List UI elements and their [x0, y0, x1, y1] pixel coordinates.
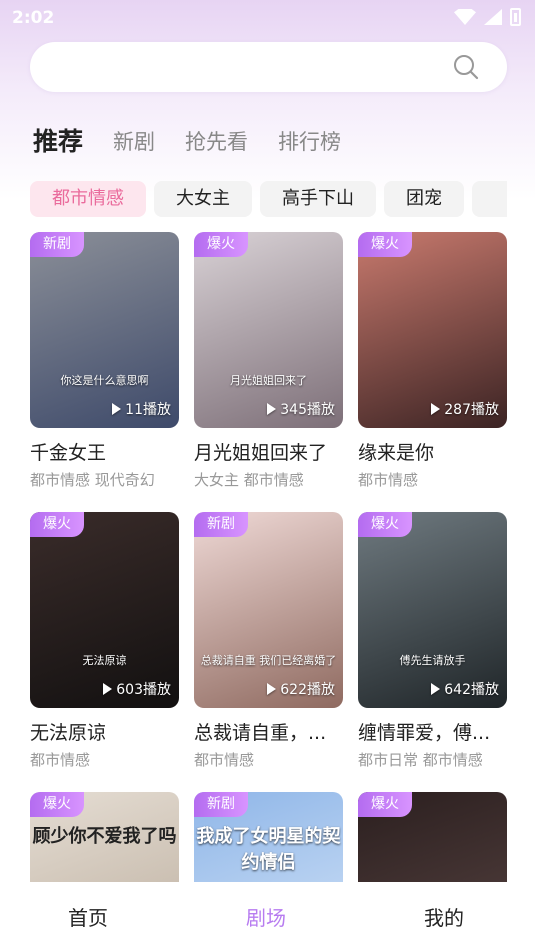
play-count-text: 622播放 [280, 682, 335, 698]
drama-title[interactable]: 千金女王 [30, 440, 179, 466]
drama-card[interactable]: 总裁请自重 我们已经离婚了 新剧 622播放总裁请自重，... 都市情感 [194, 512, 343, 771]
drama-card[interactable]: 你这是什么意思啊 新剧 11播放千金女王都市情感 现代奇幻 [30, 232, 179, 491]
search-icon[interactable] [453, 54, 479, 80]
drama-badge: 爆火 [358, 512, 412, 537]
chip-master-descends[interactable]: 高手下山 [260, 181, 376, 217]
drama-card[interactable]: 傅先生请放手 爆火 642播放缠情罪爱，傅... 都市日常 都市情感 [358, 512, 507, 771]
drama-badge: 爆火 [194, 232, 248, 257]
signal-icon [484, 9, 502, 25]
status-icons [454, 8, 521, 26]
tab-early-access[interactable]: 抢先看 [185, 126, 248, 158]
play-count-text: 11播放 [125, 402, 171, 418]
poster-caption: 我成了女明星的契约情侣 [196, 826, 341, 873]
drama-tags: 都市情感 现代奇幻 [30, 471, 155, 489]
poster-caption: 傅先生请放手 [399, 654, 466, 667]
drama-card[interactable]: 无法原谅 爆火 603播放 无法原谅 都市情感 [30, 512, 179, 771]
play-icon [431, 403, 441, 415]
chip-female-lead[interactable]: 大女主 [154, 181, 252, 217]
tab-new[interactable]: 新剧 [113, 126, 155, 158]
nav-home[interactable]: 首页 [68, 902, 108, 931]
drama-title[interactable]: 缘来是你 [358, 440, 507, 466]
tab-ranking[interactable]: 排行榜 [278, 126, 341, 158]
poster-caption: 总裁请自重 我们已经离婚了 [200, 654, 337, 667]
drama-poster[interactable]: 傅先生请放手 爆火 642播放 [358, 512, 507, 708]
drama-card[interactable]: 月光姐姐回来了 爆火 345播放 月光姐姐回来了 大女主 都市情感 [194, 232, 343, 491]
drama-badge: 新剧 [194, 792, 248, 817]
drama-badge: 新剧 [194, 512, 248, 537]
nav-theater[interactable]: 剧场 [246, 902, 286, 931]
play-count-text: 603播放 [116, 682, 171, 698]
poster-caption: 顾少你不爱我了吗 [32, 826, 177, 847]
drama-tags: 都市日常 都市情感 [358, 751, 483, 769]
drama-card[interactable]: 爆火 287播放缘来是你都市情感 [358, 232, 507, 491]
play-count-text: 287播放 [444, 402, 499, 418]
drama-tags: 都市情感 [194, 751, 255, 769]
drama-poster[interactable]: 总裁请自重 我们已经离婚了 新剧 622播放 [194, 512, 343, 708]
play-count: 287播放 [431, 399, 499, 419]
tab-recommend[interactable]: 推荐 [33, 126, 83, 158]
category-chips: 都市情感 大女主 高手下山 团宠 [30, 181, 507, 217]
drama-title[interactable]: 无法原谅 [30, 720, 179, 746]
play-count: 603播放 [103, 679, 171, 699]
drama-title[interactable]: 总裁请自重，... [194, 720, 343, 746]
wifi-icon [454, 9, 476, 25]
play-count: 345播放 [267, 399, 335, 419]
play-count: 11播放 [112, 399, 171, 419]
play-icon [103, 683, 113, 695]
chip-group-pet[interactable]: 团宠 [384, 181, 464, 217]
drama-badge: 爆火 [30, 512, 84, 537]
search-input[interactable] [50, 52, 430, 82]
drama-poster[interactable]: 你这是什么意思啊 新剧 11播放 [30, 232, 179, 428]
nav-mine[interactable]: 我的 [424, 902, 464, 931]
drama-poster[interactable]: 爆火 287播放 [358, 232, 507, 428]
play-icon [112, 403, 122, 415]
battery-icon [510, 8, 521, 26]
bottom-nav: 首页 剧场 我的 [0, 882, 535, 951]
drama-tags: 大女主 都市情感 [194, 471, 304, 489]
status-time: 2:02 [12, 8, 55, 28]
drama-tags: 都市情感 [30, 751, 91, 769]
poster-caption: 无法原谅 [82, 654, 127, 667]
drama-badge: 爆火 [358, 792, 412, 817]
drama-badge: 新剧 [30, 232, 84, 257]
chip-urban-romance[interactable]: 都市情感 [30, 181, 146, 217]
play-count-text: 345播放 [280, 402, 335, 418]
drama-title[interactable]: 缠情罪爱，傅... [358, 720, 507, 746]
search-bar[interactable] [30, 42, 507, 92]
play-count: 622播放 [267, 679, 335, 699]
top-tabs: 推荐 新剧 抢先看 排行榜 [33, 122, 371, 158]
drama-title[interactable]: 月光姐姐回来了 [194, 440, 343, 466]
poster-caption: 你这是什么意思啊 [60, 374, 149, 387]
poster-caption: 月光姐姐回来了 [230, 374, 307, 387]
status-bar: 2:02 [0, 0, 535, 36]
play-icon [267, 403, 277, 415]
drama-badge: 爆火 [30, 792, 84, 817]
drama-poster[interactable]: 无法原谅 爆火 603播放 [30, 512, 179, 708]
play-icon [267, 683, 277, 695]
play-count: 642播放 [431, 679, 499, 699]
play-count-text: 642播放 [444, 682, 499, 698]
drama-poster[interactable]: 月光姐姐回来了 爆火 345播放 [194, 232, 343, 428]
play-icon [431, 683, 441, 695]
drama-tags: 都市情感 [358, 471, 419, 489]
chip-more[interactable] [472, 181, 507, 217]
drama-badge: 爆火 [358, 232, 412, 257]
